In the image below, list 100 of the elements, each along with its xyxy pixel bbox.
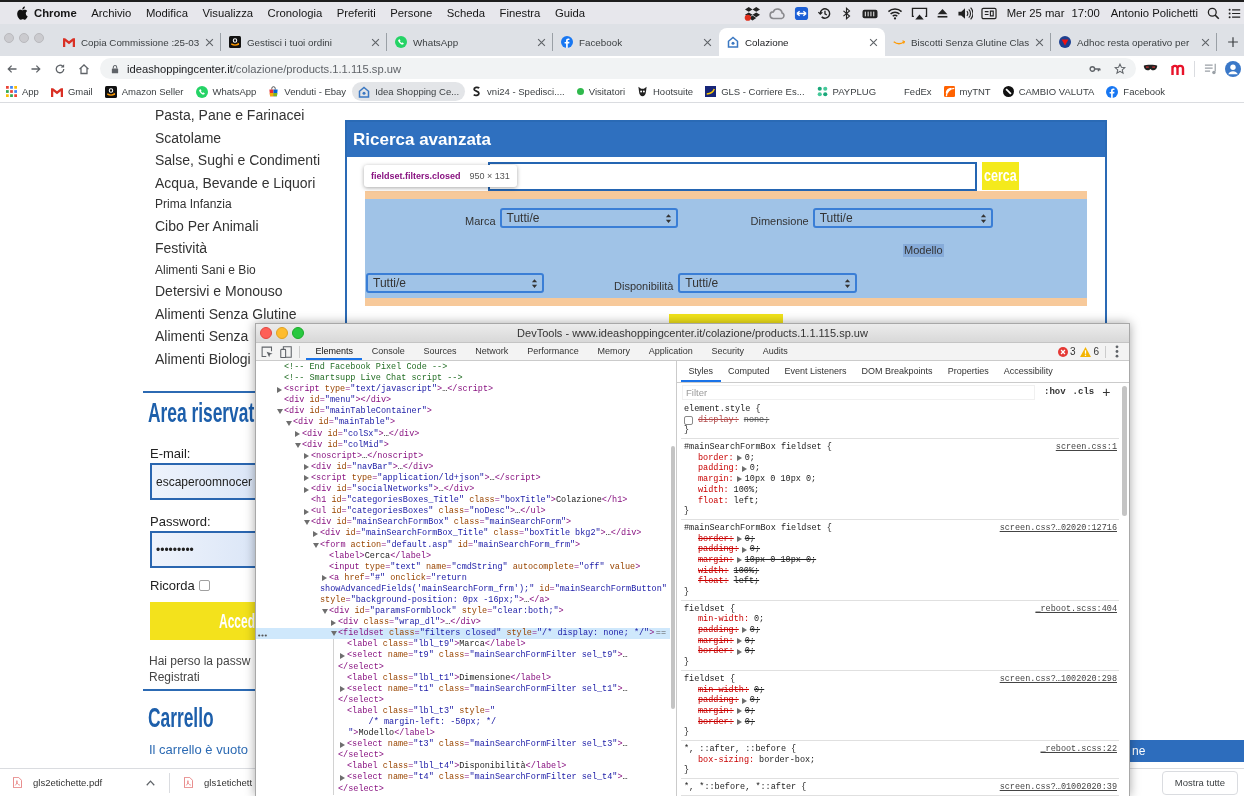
- caret-right-icon[interactable]: [277, 386, 282, 393]
- dom-node-text[interactable]: </select>: [338, 661, 384, 673]
- checkbox[interactable]: [198, 580, 210, 591]
- caret-right-icon[interactable]: [304, 453, 309, 460]
- menu-item[interactable]: Preferiti: [336, 7, 376, 19]
- panel-tab[interactable]: Sources: [414, 343, 466, 360]
- panel-tab[interactable]: Security: [702, 343, 754, 360]
- avatar-icon[interactable]: [1225, 60, 1241, 77]
- dom-node-text[interactable]: <ul id="categoriesBoxes" class="noDesc">…</ul>: [311, 506, 546, 518]
- error-count[interactable]: 3: [1069, 346, 1076, 357]
- source-link[interactable]: screen.css:1: [1055, 442, 1117, 453]
- category-link[interactable]: Alimenti Senza Glutine: [155, 302, 297, 325]
- dom-node-text[interactable]: <script type="text/javascript">…</script>: [284, 384, 494, 396]
- panel-tab[interactable]: Elements: [306, 343, 363, 360]
- caret-down-icon[interactable]: [331, 631, 337, 637]
- dropdown[interactable]: Tutti/e: [678, 273, 858, 293]
- caret-right-icon[interactable]: [741, 697, 747, 704]
- browser-tab[interactable]: Facebook: [553, 28, 719, 56]
- dom-node-text[interactable]: <div id="navBar">…</div>: [311, 461, 434, 473]
- sidebar-tab[interactable]: Accessibility: [996, 361, 1061, 382]
- bookmark[interactable]: PAYPLUG: [810, 82, 883, 101]
- dom-node-text[interactable]: showAdvancedFields('mainSearchForm_frm');" id="mainSearchFormButton": [320, 583, 667, 595]
- caret-right-icon[interactable]: [304, 475, 309, 482]
- close-icon[interactable]: [869, 37, 878, 47]
- dom-node-text[interactable]: <div class="wrap_dl">…</div>: [338, 617, 481, 629]
- category-link[interactable]: Cibo Per Animali: [155, 214, 259, 237]
- bookmark[interactable]: App: [0, 82, 45, 101]
- dropdown[interactable]: Tutti/e: [499, 208, 678, 228]
- category-link[interactable]: Festività: [155, 237, 208, 260]
- caret-down-icon[interactable]: [295, 442, 301, 448]
- dom-node-text[interactable]: <fieldset class="filters closed" style="/* display: none; */">: [338, 628, 655, 640]
- close-icon[interactable]: [537, 37, 546, 47]
- more-icon[interactable]: [258, 633, 267, 637]
- category-link[interactable]: Salse, Sughi e Condimenti: [155, 149, 320, 172]
- dropdown[interactable]: Tutti/e: [366, 273, 544, 293]
- caret-right-icon[interactable]: [304, 486, 309, 493]
- arches-icon[interactable]: [1171, 62, 1185, 75]
- checkbox[interactable]: [684, 415, 693, 425]
- bookmark[interactable]: Facebook: [1100, 82, 1172, 101]
- wifi-icon[interactable]: [886, 5, 903, 21]
- forward-arrow-icon[interactable]: [30, 62, 42, 75]
- panel-tab[interactable]: Audits: [753, 343, 798, 360]
- caret-right-icon[interactable]: [304, 464, 309, 471]
- bookmark[interactable]: vni24 - Spedisci....: [465, 82, 571, 101]
- class-button[interactable]: .cls: [1072, 387, 1095, 397]
- error-icon[interactable]: [1057, 346, 1068, 357]
- caret-right-icon[interactable]: [295, 431, 300, 438]
- dom-node-text[interactable]: <select name="t1" class="mainSearchFormFilter sel_t1">…: [347, 683, 628, 695]
- bookmark[interactable]: Amazon Seller: [98, 82, 190, 101]
- menu-item[interactable]: Cronologia: [267, 7, 323, 19]
- bookmark[interactable]: Visitatori: [570, 82, 631, 101]
- close-icon[interactable]: [205, 37, 214, 47]
- dom-node-text[interactable]: <div id="colSx">…</div>: [302, 428, 420, 440]
- sidebar-tab[interactable]: DOM Breakpoints: [854, 361, 941, 382]
- home-icon[interactable]: [78, 62, 90, 75]
- playlist-icon[interactable]: [1204, 62, 1217, 75]
- source-link[interactable]: screen.css?…1002020:298: [999, 673, 1117, 685]
- close-icon[interactable]: [703, 37, 712, 47]
- dom-node-text[interactable]: <h1 id="categoriesBoxes_Title" class="boxTitle">Colazione</h1>: [311, 495, 628, 507]
- star-icon[interactable]: [1114, 62, 1126, 75]
- dom-node-text[interactable]: <label class="lbl_t9">Marca</label>: [347, 639, 526, 651]
- caret-right-icon[interactable]: [736, 648, 742, 655]
- device-icon[interactable]: [280, 345, 292, 358]
- email-field[interactable]: escaperoomnocer: [150, 463, 255, 500]
- category-link[interactable]: Detersivi e Monouso: [155, 280, 283, 303]
- dom-node-text[interactable]: style="background-position: 0px -16px;">…</a>: [320, 594, 550, 607]
- category-link[interactable]: Alimenti Biologi: [155, 347, 251, 370]
- source-link[interactable]: _reboot.scss:22: [1040, 743, 1117, 755]
- dom-node-text[interactable]: <form action="default.asp" id="mainSearchForm_frm">: [320, 539, 581, 551]
- category-link[interactable]: Acqua, Bevande e Liquori: [155, 171, 316, 194]
- caret-right-icon[interactable]: [340, 741, 345, 748]
- download-file-name[interactable]: gls1etichett: [204, 777, 253, 788]
- dom-node-text[interactable]: ">Modello</label>: [338, 728, 435, 740]
- bookmark[interactable]: Idea Shopping Ce...: [352, 82, 466, 101]
- apple-icon[interactable]: [16, 6, 28, 20]
- caret-right-icon[interactable]: [340, 653, 345, 659]
- caret-right-icon[interactable]: [736, 455, 742, 462]
- more-icon[interactable]: [1115, 345, 1119, 358]
- user-name[interactable]: Antonio Polichetti: [1110, 7, 1198, 19]
- caret-right-icon[interactable]: [736, 476, 742, 483]
- caret-down-icon[interactable]: [304, 520, 310, 526]
- bookmark[interactable]: Hootsuite: [631, 82, 700, 101]
- dom-node-text[interactable]: <div id="mainSearchFormBox" class="mainSearchForm">: [311, 517, 572, 529]
- app-menu[interactable]: Chrome: [34, 7, 77, 19]
- register-link[interactable]: Registrati: [149, 669, 200, 685]
- search-field[interactable]: [488, 162, 977, 191]
- sidebar-tab[interactable]: Event Listeners: [777, 361, 855, 382]
- bookmark[interactable]: Gmail: [44, 82, 99, 101]
- volume-icon[interactable]: [956, 5, 973, 21]
- add-rule-button[interactable]: +: [1102, 385, 1111, 399]
- filter-field[interactable]: Filter: [682, 384, 1035, 400]
- show-all-button[interactable]: Mostra tutte: [1161, 770, 1238, 795]
- source-link[interactable]: _reboot.scss:404: [1035, 603, 1117, 615]
- dom-node-text[interactable]: <select name="t9" class="mainSearchFormFilter sel_t9">…: [347, 650, 628, 662]
- dom-node-text[interactable]: <select name="t4" class="mainSearchFormFilter sel_t4">…: [347, 772, 628, 784]
- menu-item[interactable]: Scheda: [446, 7, 486, 19]
- close-icon[interactable]: [1201, 37, 1210, 47]
- browser-tab[interactable]: Colazione: [719, 28, 885, 56]
- caret-right-icon[interactable]: [736, 718, 742, 725]
- dom-node-text[interactable]: <noscript>…</noscript>: [311, 450, 424, 462]
